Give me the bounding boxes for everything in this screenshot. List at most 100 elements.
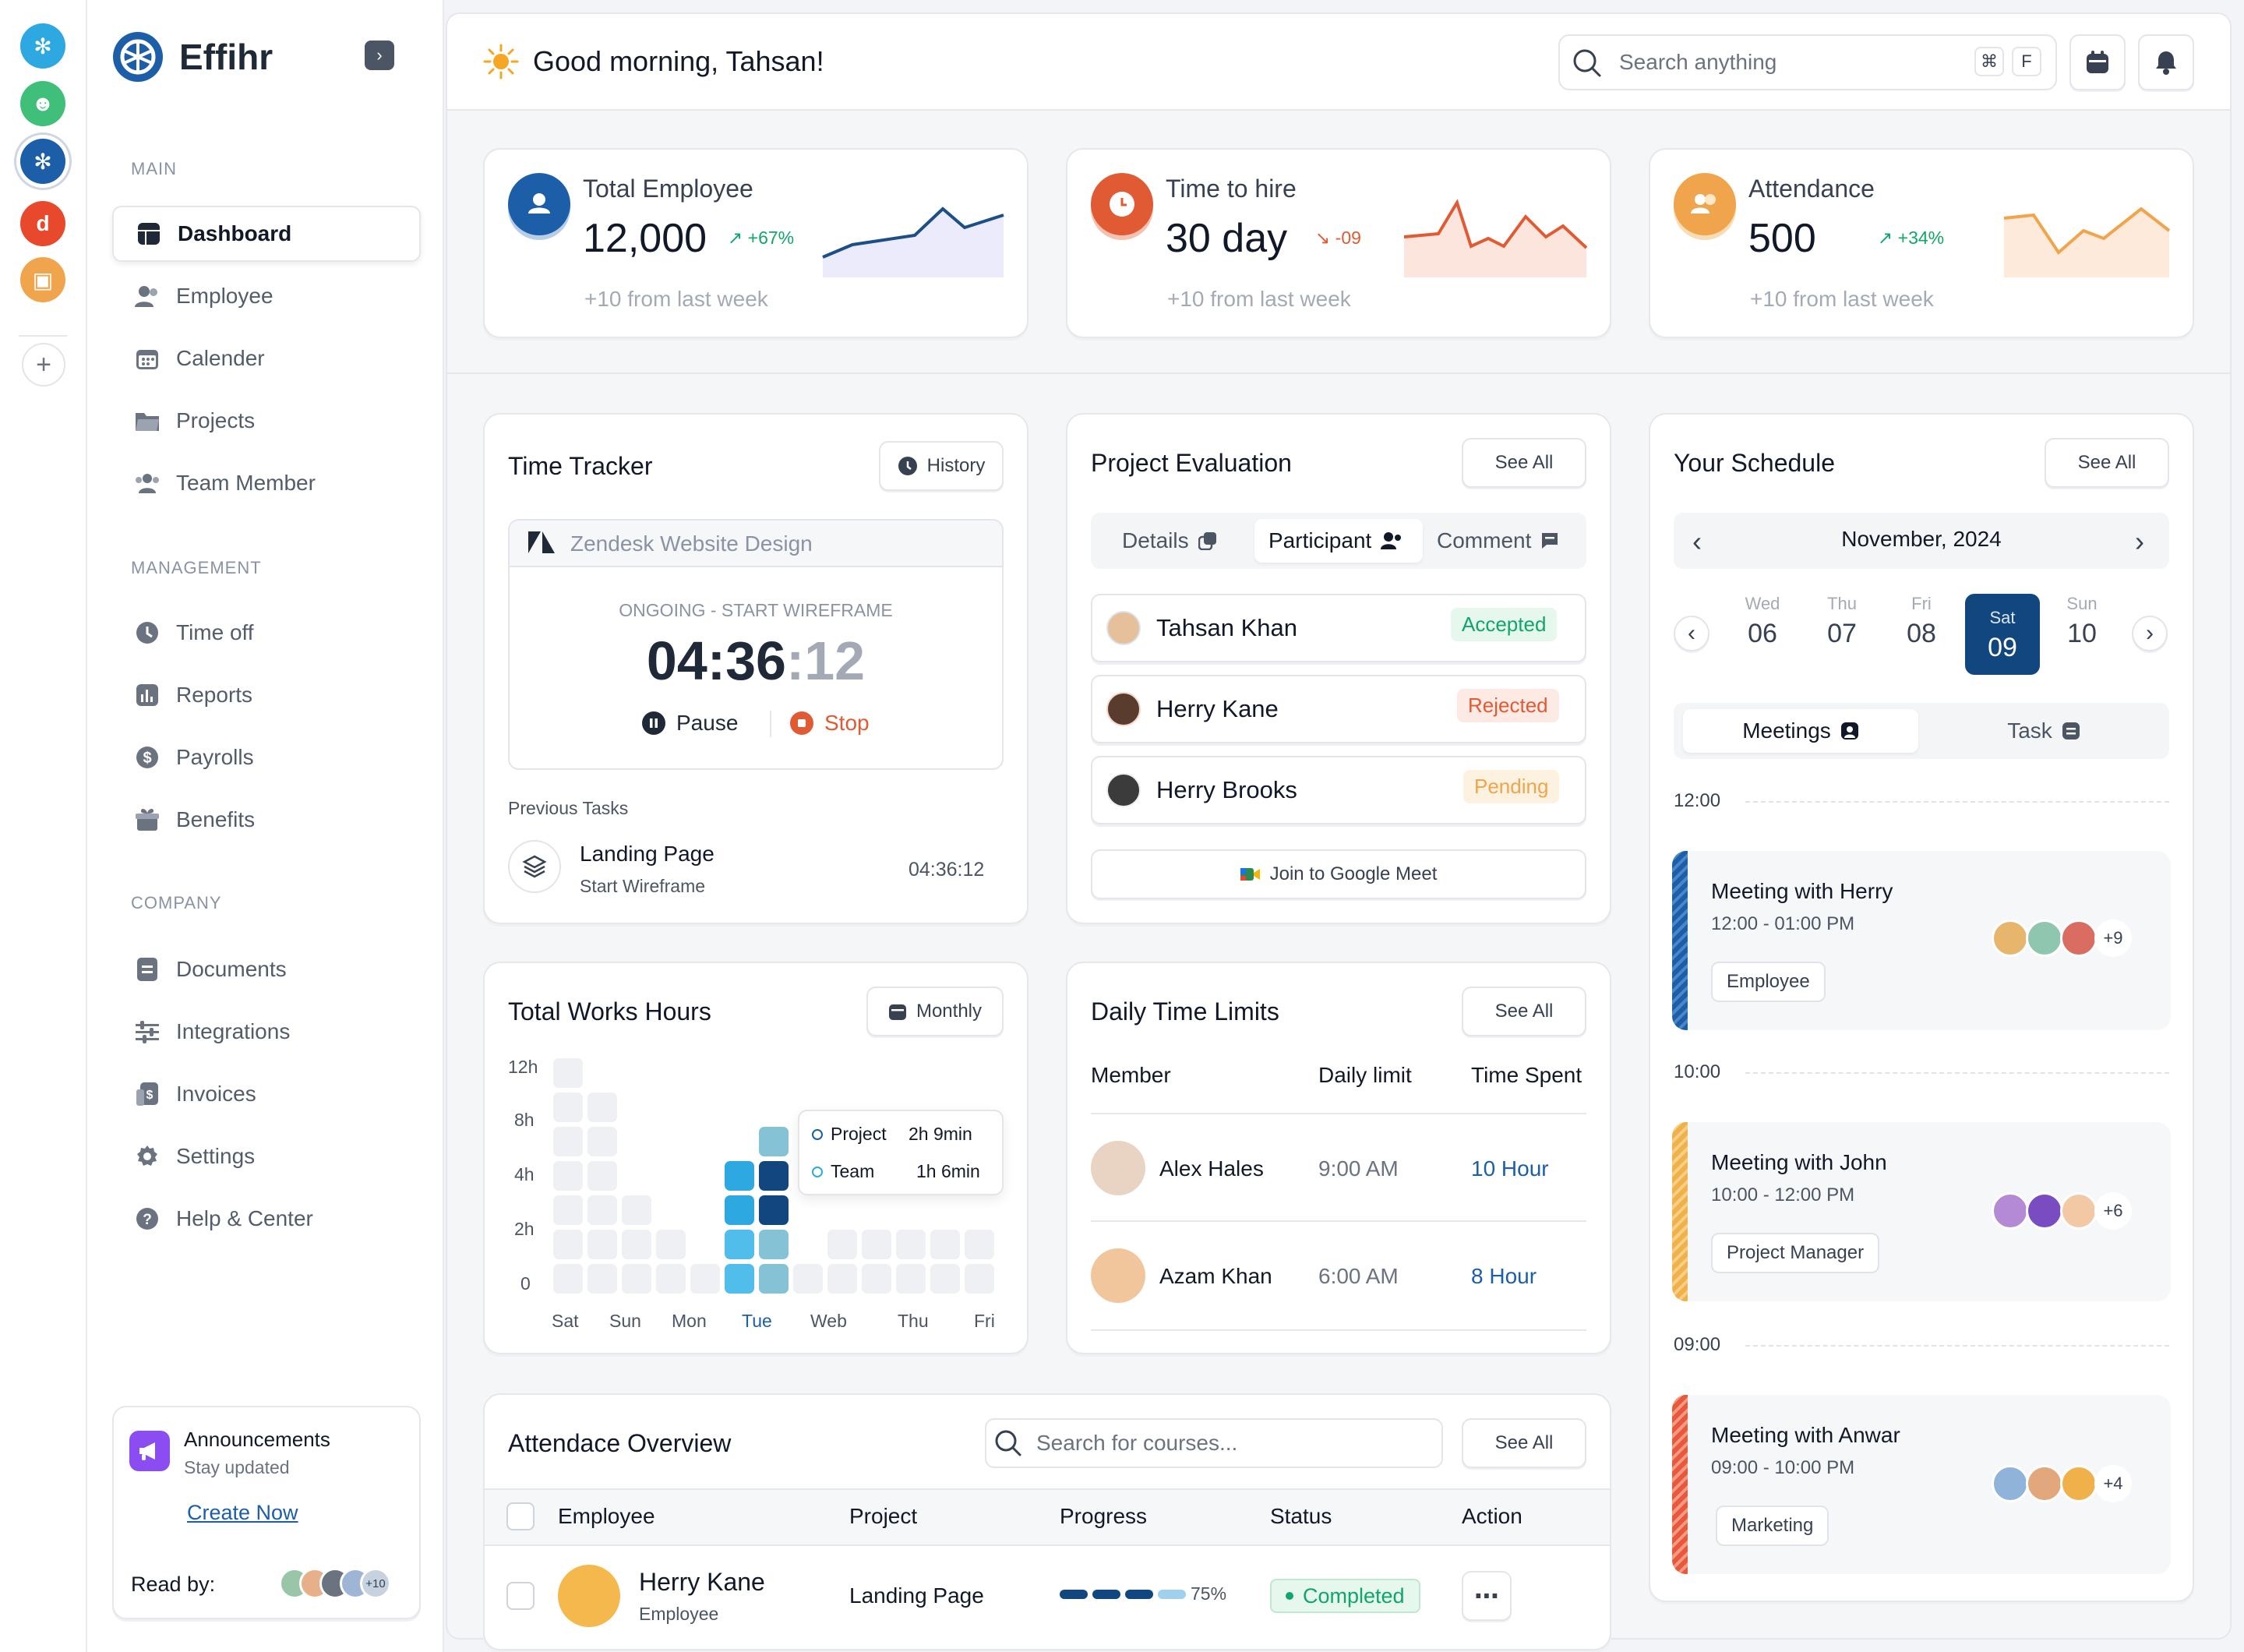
heatmap-cell [553,1127,583,1156]
app-d-icon[interactable]: d [20,201,65,246]
stat-title: Time to hire [1166,175,1297,203]
app-active-icon[interactable]: ✻ [20,139,65,184]
sidebar-item-documents[interactable]: Documents [112,941,421,997]
google-meet-button[interactable]: Join to Google Meet [1091,849,1586,899]
row-checkbox[interactable] [506,1582,535,1610]
app-orange-icon[interactable]: ▣ [20,257,65,302]
sidebar-item-employee[interactable]: Employee [112,268,421,324]
history-button[interactable]: History [879,441,1004,491]
sidebar-item-reports[interactable]: Reports [112,667,421,723]
daily-limit: 6:00 AM [1318,1264,1399,1288]
heatmap-cell [896,1230,926,1259]
col-header: Progress [1060,1504,1148,1528]
create-now-link[interactable]: Create Now [187,1501,298,1525]
tab-details[interactable]: Details [1122,528,1217,553]
logo-icon [113,32,163,82]
calendar-button[interactable] [2069,34,2126,90]
add-app-icon[interactable]: + [22,343,65,387]
meeting-accent [1672,851,1688,1030]
more-attendees-badge: +9 [2094,920,2132,957]
more-readers-badge: +10 [360,1568,391,1599]
sidebar-item-integrations[interactable]: Integrations [112,1004,421,1060]
tab-task[interactable]: Task [1926,709,2161,753]
stat-foot: +10 from last week [1167,287,1351,311]
stat-delta: ↗ +67% [728,228,795,248]
sidebar-item-team-member[interactable]: Team Member [112,455,421,511]
prev-week-icon[interactable]: ‹ [1674,616,1709,651]
x-label: Sat [552,1311,579,1331]
see-all-button[interactable]: See All [1462,1418,1586,1468]
stat-delta: ↘ -09 [1315,228,1361,248]
heatmap-cell [827,1264,857,1294]
sidebar-item-payrolls[interactable]: $ Payrolls [112,729,421,785]
search-icon [1572,48,1602,82]
heatmap-cell [553,1230,583,1259]
app-snowflake-icon[interactable]: ✻ [20,23,65,69]
sidebar-item-time-off[interactable]: Time off [112,605,421,661]
task-subtitle: Start Wireframe [580,876,706,896]
day-wed[interactable]: Wed 06 [1731,594,1794,649]
divider [1091,1329,1586,1331]
heatmap-cell [896,1264,926,1294]
tab-participant[interactable]: Participant [1268,528,1402,553]
tab-meetings[interactable]: Meetings [1683,709,1918,753]
heatmap-cell [930,1264,960,1294]
y-label: 4h [514,1164,535,1184]
notification-button[interactable] [2138,34,2194,90]
tab-comment[interactable]: Comment [1437,528,1559,553]
sidebar-item-benefits[interactable]: Benefits [112,792,421,848]
employee-stat-icon [508,173,570,235]
stat-title: Attendance [1748,175,1875,203]
sidebar-item-settings[interactable]: Settings [112,1128,421,1184]
day-sun[interactable]: Sun 10 [2051,594,2113,649]
next-month-icon[interactable]: › [2135,525,2144,558]
col-header: Employee [558,1504,655,1528]
app-name: Effihr [179,37,273,77]
sun-icon [483,44,519,79]
pause-button[interactable]: Pause [642,711,738,736]
monthly-filter-button[interactable]: Monthly [866,987,1004,1036]
heatmap-cell [587,1230,617,1259]
sidebar-item-label: Documents [176,957,287,981]
stat-value: 12,000 [583,216,707,261]
heatmap-cell [759,1230,789,1259]
meeting-title: Meeting with John [1711,1150,1887,1174]
stop-button[interactable]: Stop [790,711,870,736]
day-sat-selected[interactable]: Sat 09 [1965,594,2040,675]
meeting-time: 09:00 - 10:00 PM [1711,1457,1855,1478]
tracker-time: 04:36:12 [646,630,866,691]
next-week-icon[interactable]: › [2132,616,2168,651]
meeting-accent [1672,1395,1688,1574]
col-header: Action [1462,1504,1522,1528]
avatar [2026,1192,2063,1230]
see-all-button[interactable]: See All [2045,438,2169,488]
hire-sparkline [1403,199,1588,277]
sidebar-item-calendar[interactable]: Calender [112,330,421,387]
day-fri[interactable]: Fri 08 [1890,594,1953,649]
task-title: Landing Page [580,842,714,866]
sidebar-item-label: Invoices [176,1082,256,1106]
x-label: Thu [898,1311,929,1331]
sidebar-item-dashboard[interactable]: Dashboard [112,206,421,262]
day-thu[interactable]: Thu 07 [1811,594,1873,649]
stat-delta: ↗ +34% [1878,228,1945,248]
heatmap-cell [587,1195,617,1225]
rail-divider [19,335,67,337]
see-all-button[interactable]: See All [1462,987,1586,1036]
more-actions-button[interactable]: ⋯ [1462,1571,1512,1621]
works-title: Total Works Hours [508,997,711,1025]
see-all-button[interactable]: See All [1462,438,1586,488]
sidebar-item-help[interactable]: ? Help & Center [112,1191,421,1247]
sidebar-item-projects[interactable]: Projects [112,393,421,449]
meeting-icon [1840,722,1858,740]
select-all-checkbox[interactable] [506,1502,535,1530]
collapse-sidebar-icon[interactable]: › [365,41,394,70]
tooltip-row: Project [812,1124,887,1145]
time-line [1745,1072,2169,1074]
project-evaluation-card [1066,413,1611,924]
sidebar-item-invoices[interactable]: $ Invoices [112,1066,421,1122]
y-label: 8h [514,1110,535,1130]
meeting-time: 10:00 - 12:00 PM [1711,1184,1855,1205]
app-robot-icon[interactable]: ☻ [20,81,65,126]
avatar [2026,920,2063,957]
